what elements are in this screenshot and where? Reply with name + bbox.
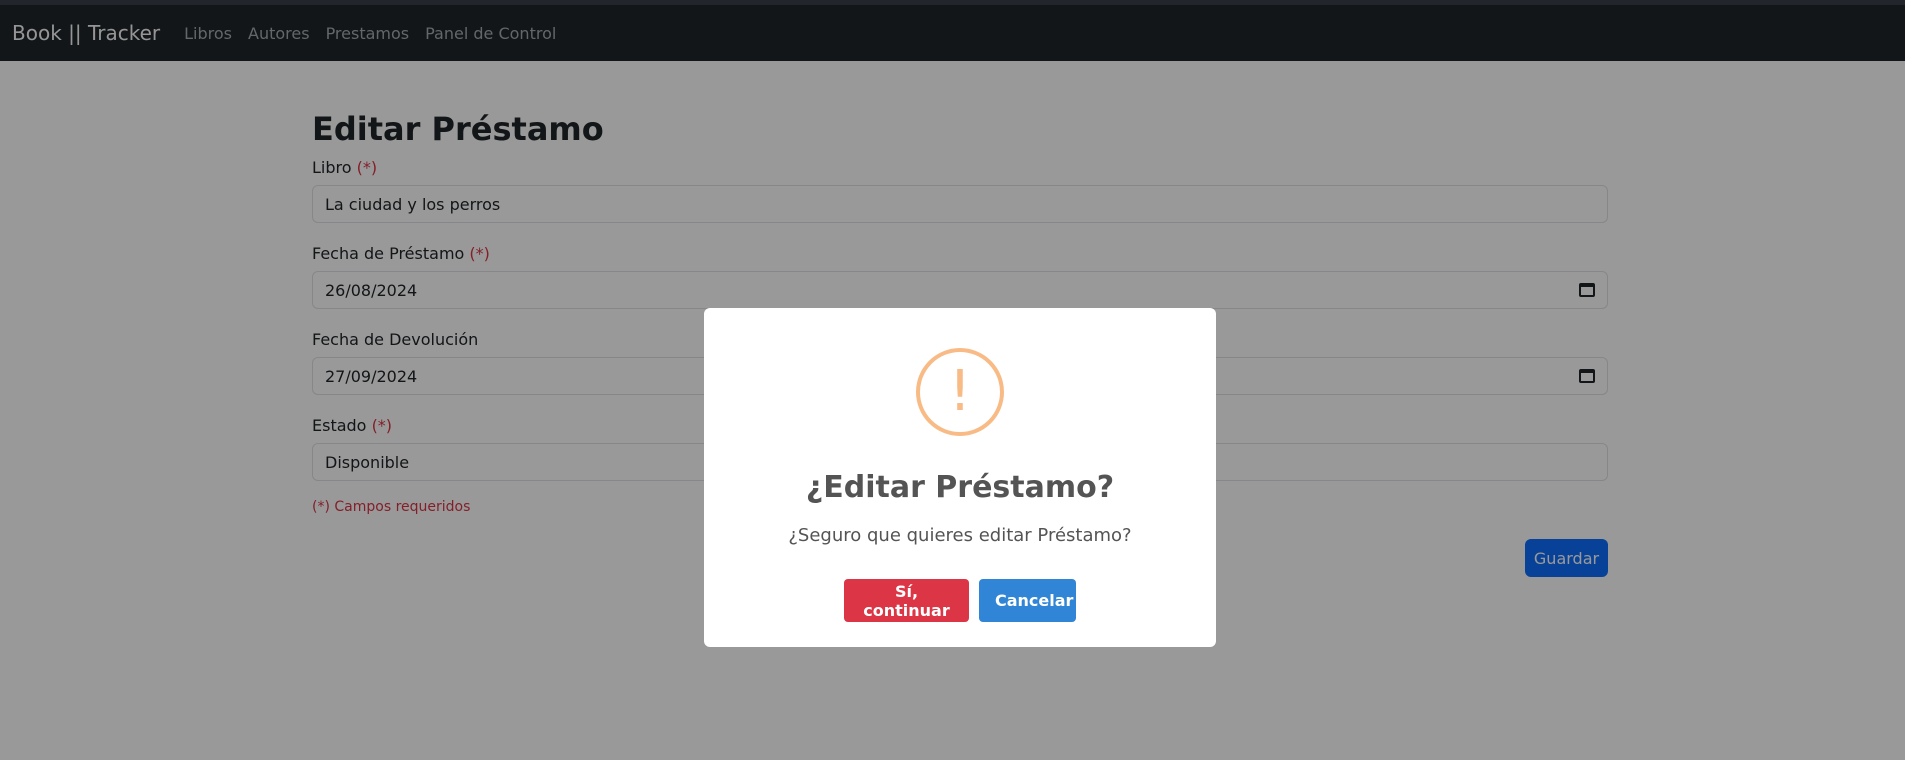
cancel-button[interactable]: Cancelar [979, 579, 1076, 622]
dialog-title: ¿Editar Préstamo? [805, 470, 1115, 505]
confirm-dialog: ! ¿Editar Préstamo? ¿Seguro que quieres … [704, 308, 1216, 647]
dialog-message: ¿Seguro que quieres editar Préstamo? [788, 525, 1132, 546]
confirm-button[interactable]: Sí, continuar [844, 579, 969, 622]
dialog-actions: Sí, continuar Cancelar [704, 579, 1216, 622]
warning-exclamation-icon: ! [916, 348, 1004, 436]
